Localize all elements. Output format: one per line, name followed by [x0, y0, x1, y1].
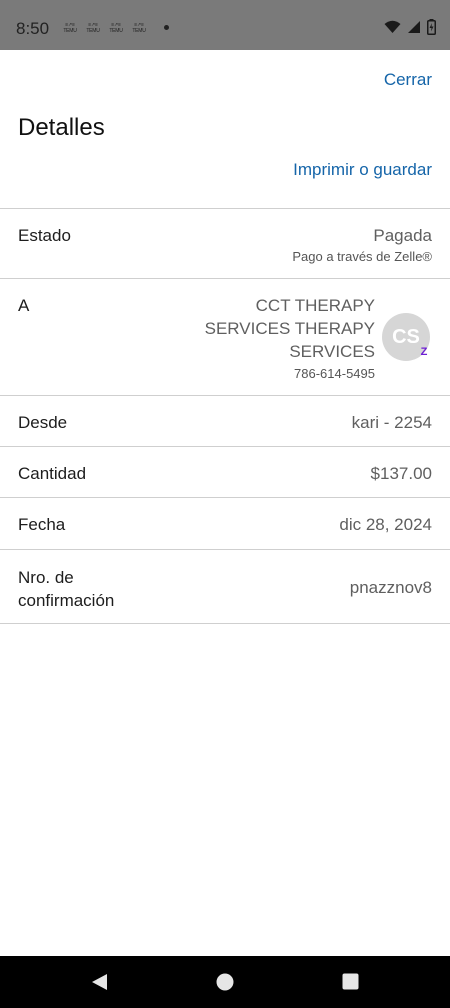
- status-value: Pagada: [373, 226, 432, 245]
- divider: [0, 208, 450, 209]
- navigation-bar: [0, 956, 450, 1008]
- from-label: Desde: [18, 413, 68, 432]
- payment-method-note: Pago a través de Zelle®: [292, 249, 432, 264]
- recents-icon[interactable]: [342, 973, 359, 990]
- recipient-phone: 786-614-5495: [294, 366, 375, 381]
- date-value: dic 28, 2024: [339, 515, 432, 534]
- status-time: 8:50: [16, 19, 50, 38]
- temu-notification-icon: ≡↗≡ TEMU: [109, 22, 123, 34]
- status-label: Estado: [18, 226, 71, 245]
- wifi-icon: [384, 20, 401, 33]
- system-icons: [384, 19, 436, 35]
- temu-notification-icon: ≡↗≡ TEMU: [86, 22, 100, 34]
- divider: [0, 623, 450, 624]
- more-notifications-dot-icon: [164, 25, 169, 30]
- from-value: kari - 2254: [351, 413, 432, 432]
- print-or-save-button[interactable]: Imprimir o guardar: [293, 160, 432, 180]
- divider: [0, 278, 450, 279]
- amount-label: Cantidad: [18, 464, 87, 483]
- recipient-label: A: [18, 296, 30, 315]
- divider: [0, 395, 450, 396]
- back-icon[interactable]: [91, 973, 108, 991]
- status-bar: 8:50 ≡↗≡ TEMU ≡↗≡ TEMU ≡↗≡ TEMU ≡↗≡ TEMU: [0, 0, 450, 50]
- home-icon[interactable]: [216, 973, 234, 991]
- page-title: Detalles: [18, 114, 105, 141]
- close-button[interactable]: Cerrar: [384, 70, 432, 90]
- zelle-icon: Z: [420, 346, 428, 358]
- divider: [0, 549, 450, 550]
- divider: [0, 446, 450, 447]
- confirmation-value: pnazznov8: [349, 578, 432, 597]
- amount-value: $137.00: [370, 464, 432, 483]
- recipient-name: CCT THERAPY SERVICES THERAPY SERVICES: [204, 296, 375, 361]
- confirmation-label: Nro. de confirmación: [18, 568, 115, 610]
- battery-icon: [427, 19, 436, 35]
- temu-notification-icon: ≡↗≡ TEMU: [63, 22, 77, 34]
- temu-notification-icon: ≡↗≡ TEMU: [132, 22, 146, 34]
- date-label: Fecha: [18, 515, 66, 534]
- signal-icon: [408, 21, 420, 33]
- divider: [0, 497, 450, 498]
- notification-icons: ≡↗≡ TEMU ≡↗≡ TEMU ≡↗≡ TEMU ≡↗≡ TEMU: [61, 22, 148, 34]
